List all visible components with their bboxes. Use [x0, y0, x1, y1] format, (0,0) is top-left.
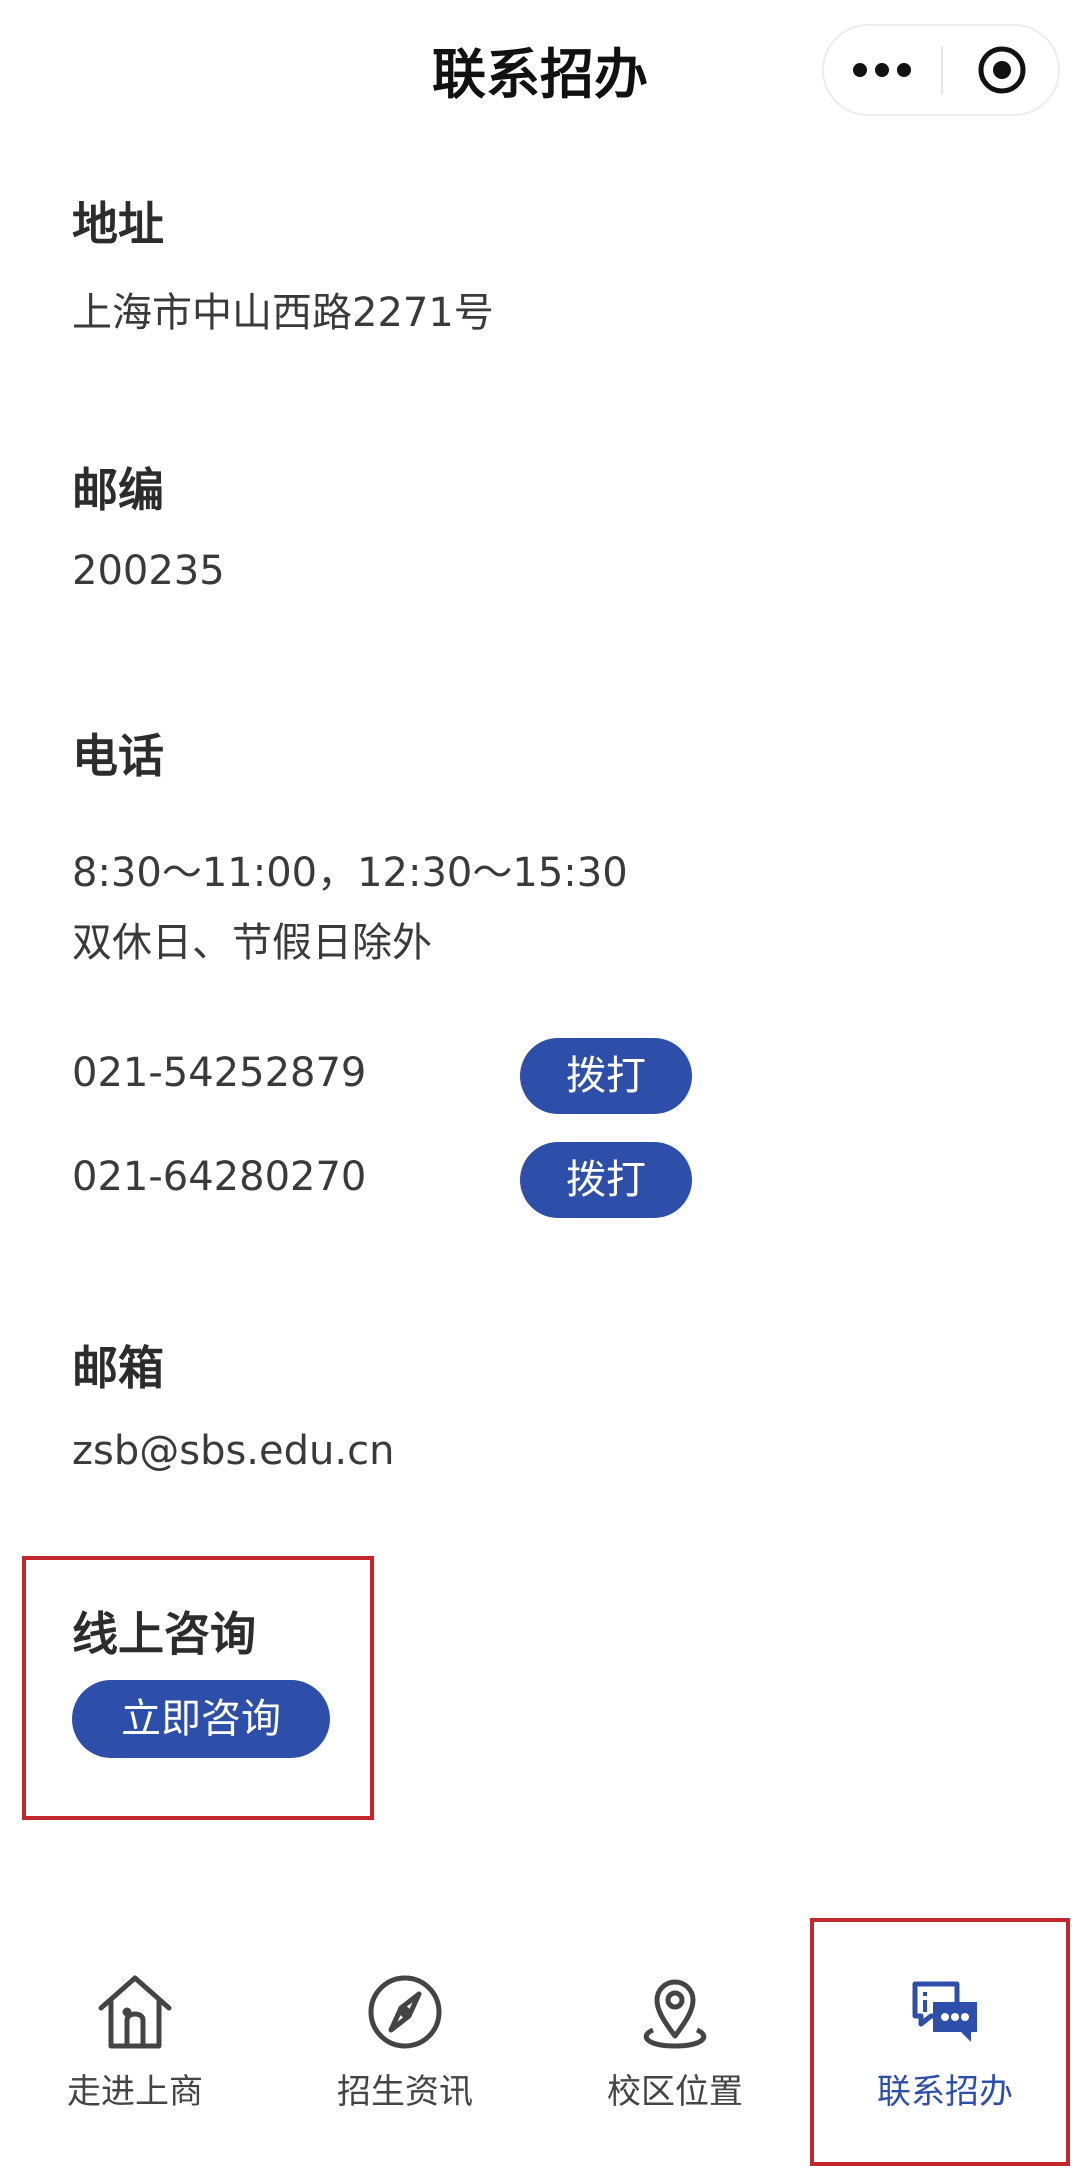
target-close-icon	[978, 46, 1026, 94]
tab-campus-location[interactable]: 校区位置	[540, 1970, 810, 2150]
more-menu-button[interactable]	[824, 26, 940, 114]
contact-tab-highlight	[810, 1918, 1070, 2166]
phone-number-1: 021-54252879	[72, 1050, 367, 1096]
mini-program-capsule	[822, 24, 1060, 116]
address-value: 上海市中山西路2271号	[72, 290, 494, 336]
call-button-1[interactable]: 拨打	[520, 1038, 692, 1114]
capsule-divider	[941, 46, 943, 94]
nav-bar: 联系招办	[0, 0, 1080, 140]
tab-home[interactable]: 走进上商	[0, 1970, 270, 2150]
call-button-2[interactable]: 拨打	[520, 1142, 692, 1218]
close-mini-program-button[interactable]	[944, 26, 1060, 114]
home-icon	[98, 1975, 172, 2049]
tab-label: 校区位置	[607, 2072, 743, 2112]
postcode-heading: 邮编	[72, 463, 164, 517]
email-heading: 邮箱	[72, 1341, 164, 1395]
compass-icon	[368, 1975, 442, 2049]
consult-now-button[interactable]: 立即咨询	[72, 1680, 330, 1758]
tab-label: 招生资讯	[337, 2072, 473, 2112]
office-hours: 8:30～11:00，12:30～15:30	[72, 850, 628, 896]
address-heading: 地址	[72, 197, 164, 251]
tab-label: 走进上商	[67, 2072, 203, 2112]
office-hours-note: 双休日、节假日除外	[72, 920, 432, 966]
postcode-value: 200235	[72, 548, 225, 594]
location-pin-icon	[643, 1979, 707, 2049]
online-consult-heading: 线上咨询	[72, 1607, 256, 1661]
phone-heading: 电话	[72, 729, 164, 783]
email-value: zsb@sbs.edu.cn	[72, 1428, 395, 1474]
more-dots-icon	[853, 63, 911, 77]
tab-admission-news[interactable]: 招生资讯	[270, 1970, 540, 2150]
phone-number-2: 021-64280270	[72, 1154, 367, 1200]
